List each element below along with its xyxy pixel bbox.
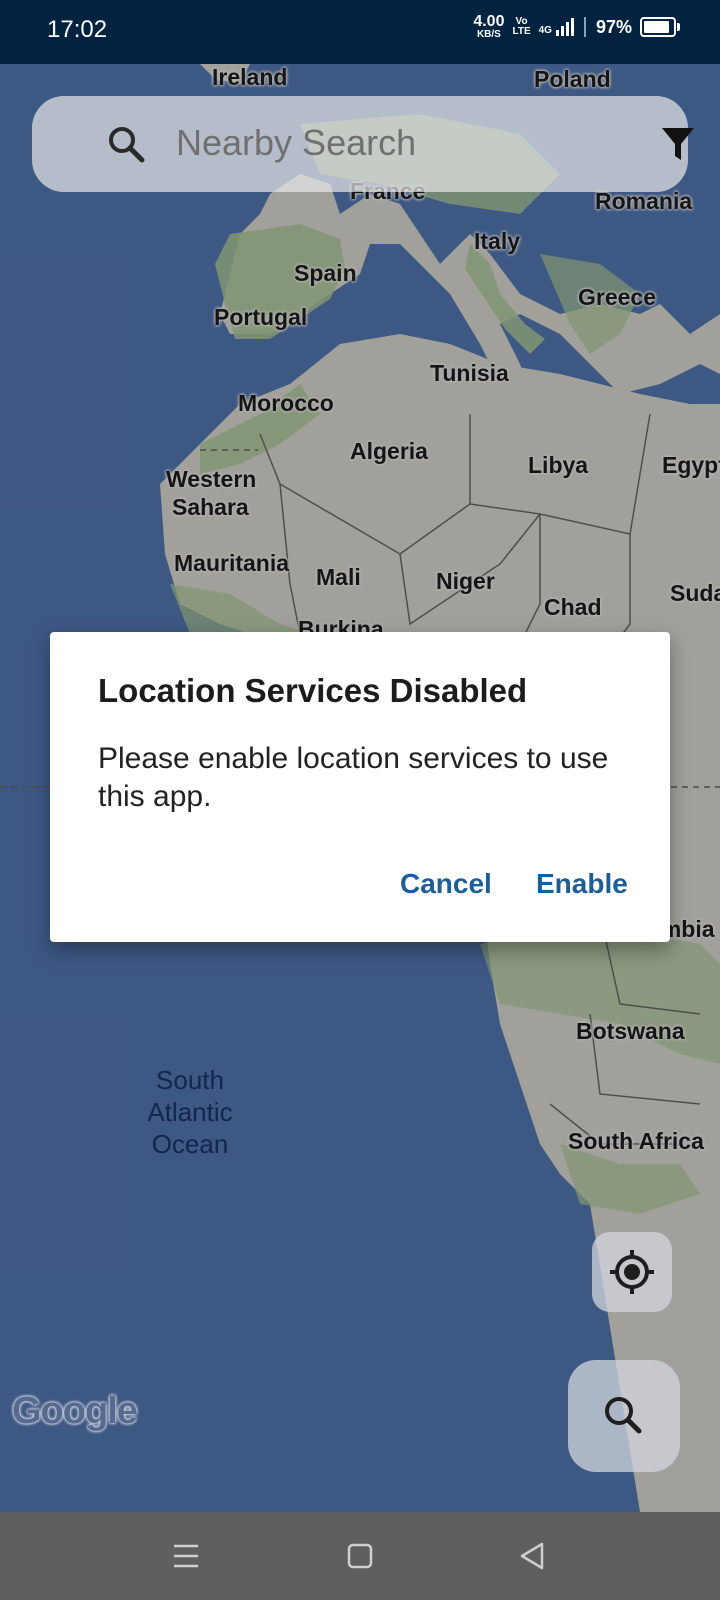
google-wordmark: Google: [12, 1390, 138, 1432]
search-icon: [605, 1397, 642, 1434]
menu-icon[interactable]: [166, 1536, 206, 1576]
status-time: 17:02: [47, 16, 108, 43]
status-separator: [583, 17, 586, 37]
volte-bottom: LTE: [512, 26, 531, 37]
battery-percent: 97%: [595, 16, 632, 37]
search-bar[interactable]: Nearby Search: [32, 96, 694, 192]
dialog-title: Location Services Disabled: [98, 672, 528, 709]
filter-icon[interactable]: [660, 126, 696, 162]
status-icons: 4.00 KB/S Vo LTE 4G 97%: [473, 14, 680, 40]
network-speed-unit: KB/S: [476, 29, 501, 40]
home-icon[interactable]: [340, 1536, 380, 1576]
app-screen: Ireland Poland France Romania Italy Spai…: [0, 0, 720, 1600]
network-speed: 4.00 KB/S: [473, 14, 504, 40]
my-location-icon: [610, 1250, 654, 1294]
back-icon[interactable]: [512, 1536, 552, 1576]
search-input[interactable]: Nearby Search: [176, 122, 416, 164]
my-location-button[interactable]: [592, 1232, 672, 1312]
cancel-button[interactable]: Cancel: [400, 868, 492, 900]
signal-icon: 4G: [539, 18, 574, 36]
battery-fill: [644, 21, 670, 33]
search-icon: [109, 127, 145, 163]
location-dialog: Location Services Disabled Please enable…: [50, 632, 670, 942]
network-type: 4G: [538, 25, 552, 36]
google-logo: Google: [12, 1390, 138, 1433]
battery-icon: [640, 17, 680, 37]
volte-icon: Vo LTE: [512, 16, 531, 38]
search-fab-button[interactable]: [568, 1360, 680, 1472]
system-nav-bar: [0, 1512, 720, 1600]
status-bar: 17:02 4.00 KB/S Vo LTE 4G 97%: [0, 0, 720, 64]
dialog-message: Please enable location services to use t…: [98, 742, 609, 813]
enable-button[interactable]: Enable: [536, 868, 628, 900]
signal-bars: [555, 18, 574, 36]
network-speed-value: 4.00: [473, 13, 505, 30]
